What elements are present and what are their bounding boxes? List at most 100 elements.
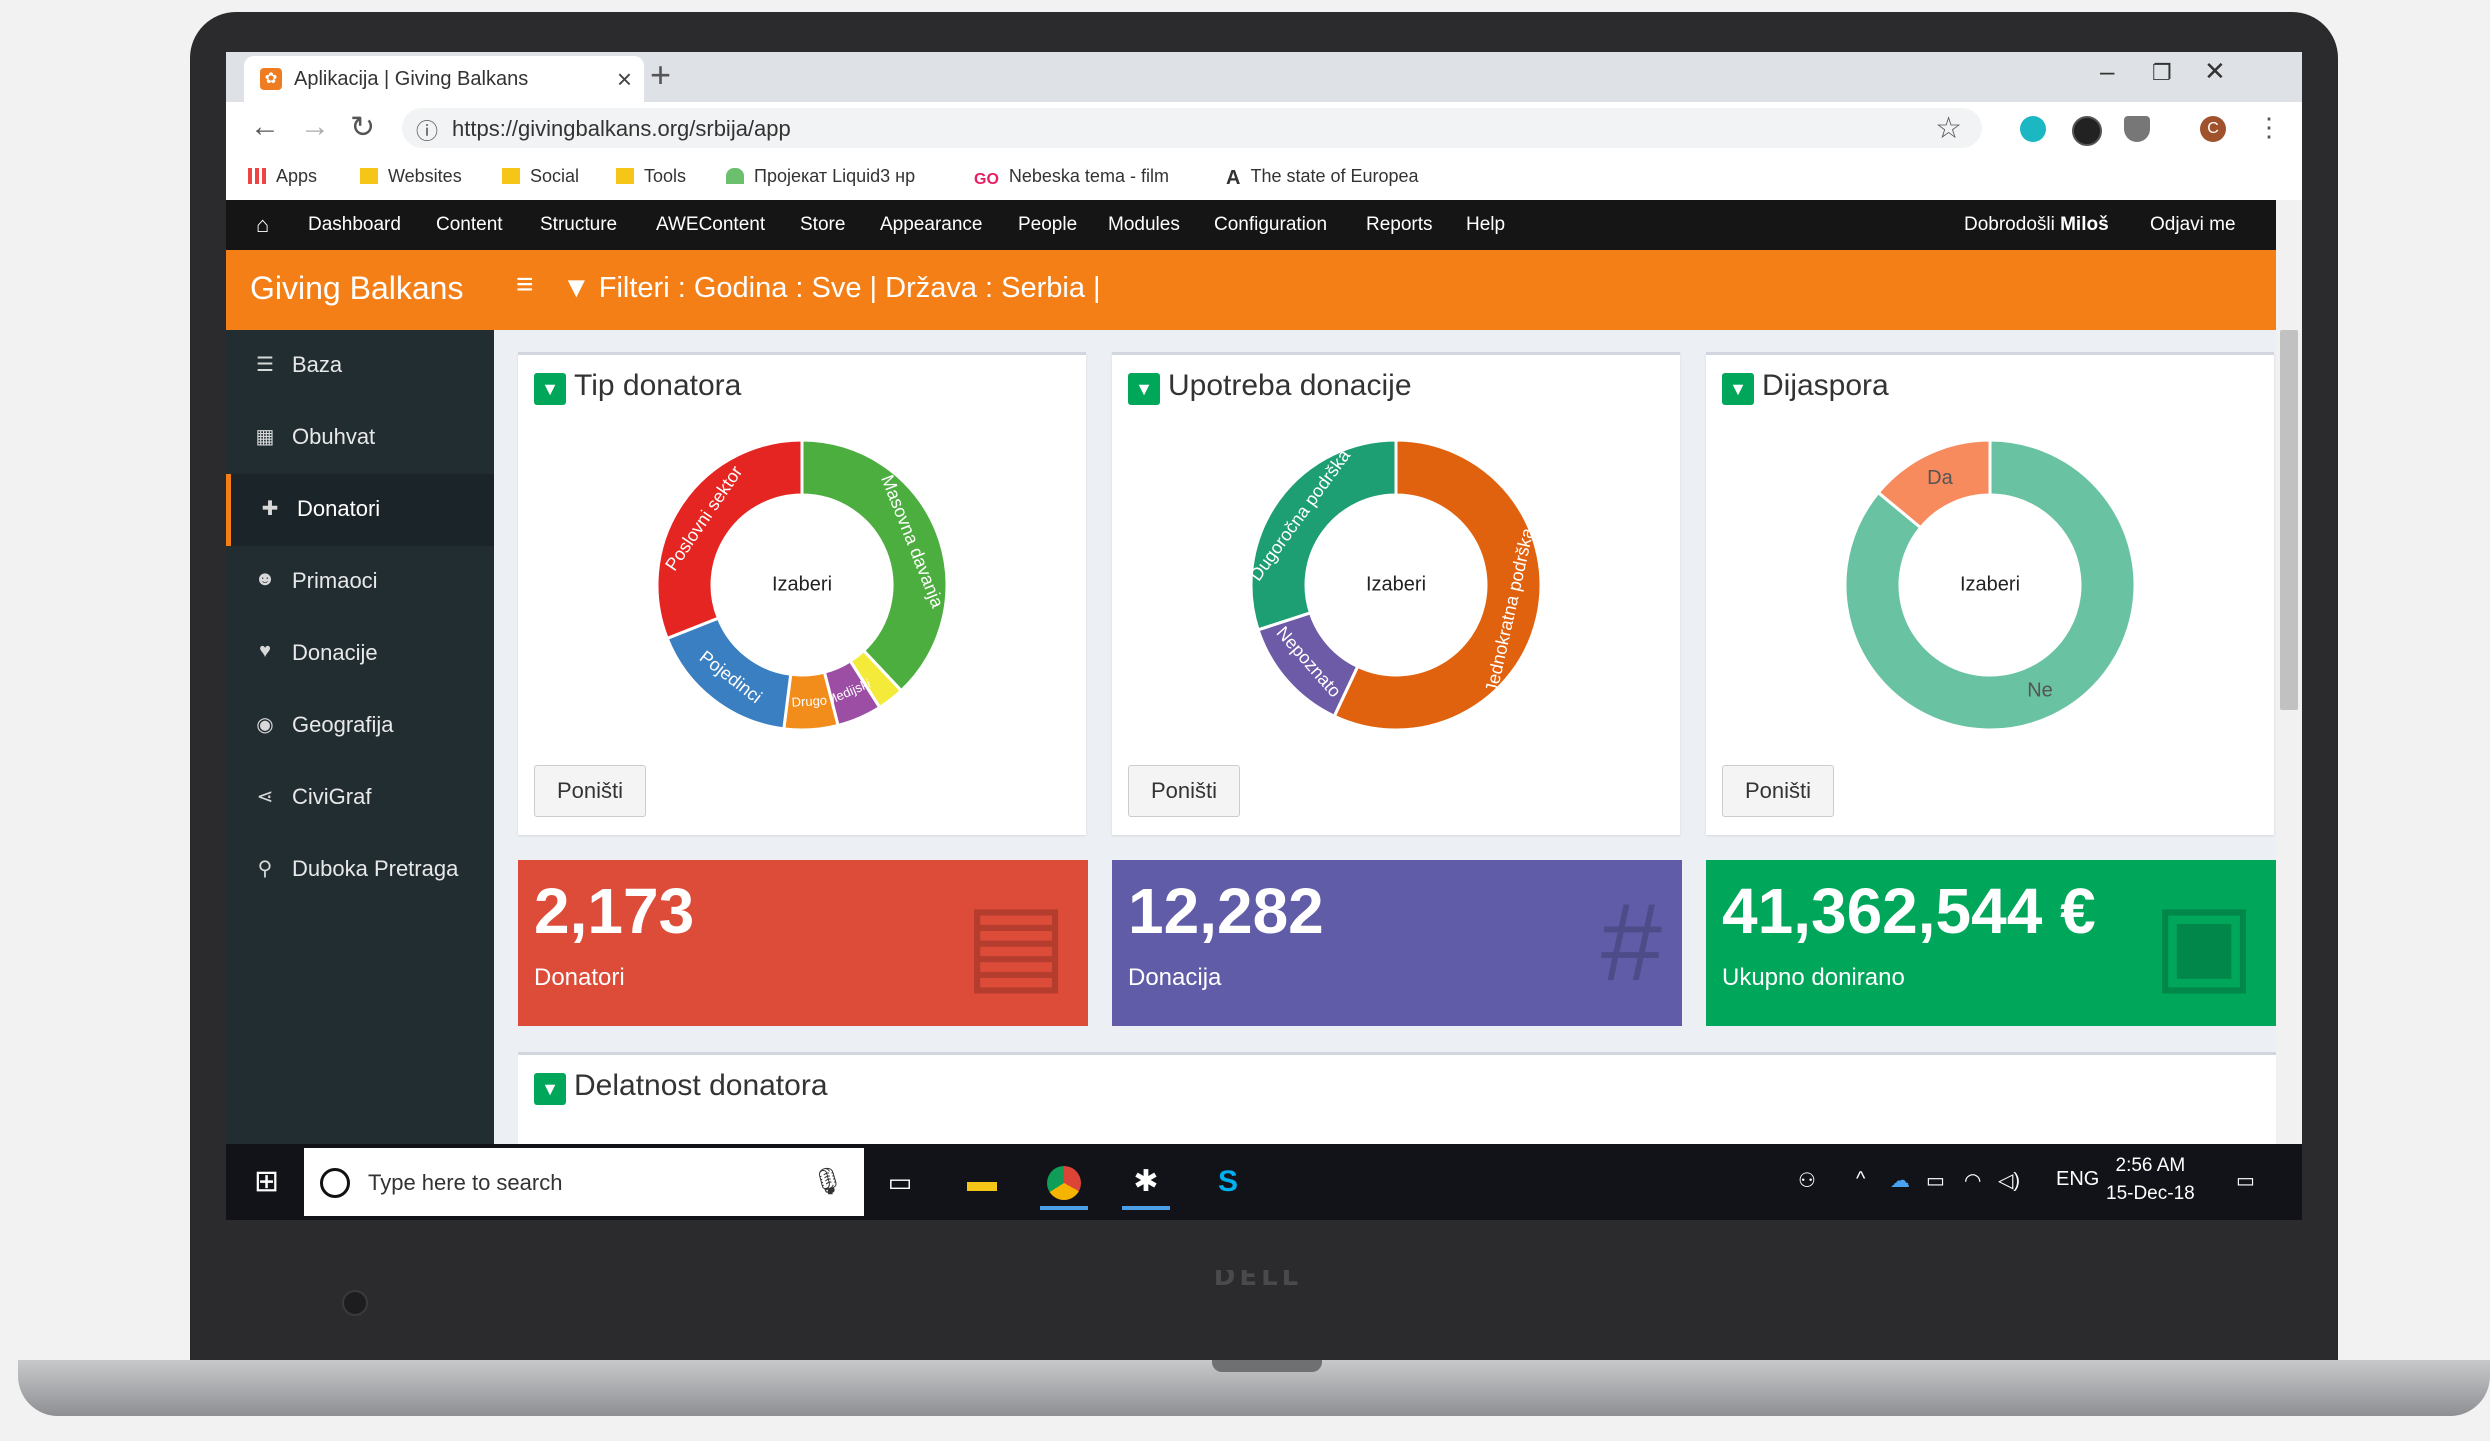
new-tab-button[interactable]: + [650, 54, 671, 96]
filter-funnel-icon: ▼ [562, 272, 599, 304]
battery-icon[interactable]: ▭ [1926, 1168, 1945, 1193]
brand-title[interactable]: Giving Balkans [250, 270, 463, 307]
admin-menu-appearance[interactable]: Appearance [880, 214, 982, 236]
bookmark-nebeska[interactable]: GO Nebeska tema - film [974, 166, 1169, 188]
stat-value: 12,282 [1128, 875, 1324, 947]
filter-icon[interactable]: ▼ [534, 1073, 566, 1105]
panel-dijaspora: ▼ Dijaspora Ne Da Izaberi Poništi [1706, 352, 2274, 835]
panel-title: Tip donatora [574, 369, 742, 402]
admin-menu-people[interactable]: People [1018, 214, 1077, 236]
minimize-icon[interactable]: – [2100, 56, 2114, 87]
mountain-icon [726, 168, 744, 184]
browser-tab[interactable]: ✿ Aplikacija | Giving Balkans × [244, 56, 644, 102]
onedrive-icon[interactable]: ☁ [1890, 1168, 1910, 1193]
hamburger-menu-icon[interactable]: ≡ [516, 268, 534, 302]
close-window-icon[interactable]: ✕ [2204, 56, 2226, 87]
forward-icon[interactable]: → [300, 110, 330, 144]
donut-chart-upotreba-donacije[interactable]: Jednokratna podrškaNepoznatoDugoročna po… [1246, 435, 1546, 735]
admin-menu-reports[interactable]: Reports [1366, 214, 1433, 236]
admin-menu-help[interactable]: Help [1466, 214, 1505, 236]
reset-button[interactable]: Poništi [1722, 765, 1834, 817]
file-explorer-icon[interactable]: ▬ [958, 1158, 1006, 1206]
gift-icon: ✚ [261, 498, 279, 520]
sidebar-item-label: Duboka Pretraga [292, 856, 459, 881]
bookmark-label: Apps [276, 166, 318, 186]
scrollbar-thumb[interactable] [2280, 330, 2298, 710]
sidebar-item-duboka-pretraga[interactable]: ⚲ Duboka Pretraga [226, 834, 494, 906]
volume-icon[interactable]: ◁) [1998, 1168, 2020, 1193]
sidebar-item-donacije[interactable]: ♥ Donacije [226, 618, 494, 690]
bookmark-social[interactable]: Social [502, 166, 579, 187]
filter-icon[interactable]: ▼ [1722, 373, 1754, 405]
chrome-icon[interactable] [1040, 1158, 1088, 1210]
admin-menu-modules[interactable]: Modules [1108, 214, 1180, 236]
reset-button[interactable]: Poništi [534, 765, 646, 817]
donut-center-label[interactable]: Izaberi [1366, 573, 1426, 595]
filter-icon[interactable]: ▼ [534, 373, 566, 405]
bookmark-websites[interactable]: Websites [360, 166, 462, 187]
sidebar-item-label: CiviGraf [292, 784, 372, 809]
sidebar-item-geografija[interactable]: ◉ Geografija [226, 690, 494, 762]
restore-icon[interactable]: ❐ [2152, 60, 2172, 86]
sidebar-item-civigraf[interactable]: ⋖ CiviGraf [226, 762, 494, 834]
reload-icon[interactable]: ↻ [350, 110, 375, 145]
bookmark-star-icon[interactable]: ☆ [1935, 111, 1962, 146]
close-tab-icon[interactable]: × [617, 64, 632, 95]
admin-menu-configuration[interactable]: Configuration [1214, 214, 1327, 236]
people-icon[interactable]: ⚇ [1798, 1168, 1816, 1193]
filter-icon[interactable]: ▼ [1128, 373, 1160, 405]
donut-center-label[interactable]: Izaberi [1960, 573, 2020, 595]
active-filters[interactable]: ▼ Filteri : Godina : Sve | Država : Serb… [562, 272, 1101, 305]
sidebar-item-label: Baza [292, 352, 343, 377]
home-icon[interactable]: ⌂ [256, 212, 269, 238]
back-icon[interactable]: ← [250, 110, 280, 144]
admin-menu-dashboard[interactable]: Dashboard [308, 214, 401, 236]
admin-menu-structure[interactable]: Structure [540, 214, 617, 236]
donut-chart-tip-donatora[interactable]: Masovna davanjaMedijskiDrugoPojedinciPos… [652, 435, 952, 735]
reset-button[interactable]: Poništi [1128, 765, 1240, 817]
go-icon: GO [974, 171, 999, 188]
sidebar-item-primaoci[interactable]: ☻ Primaoci [226, 546, 494, 618]
show-hidden-icons-icon[interactable]: ^ [1856, 1168, 1865, 1191]
action-center-icon[interactable]: ▭ [2236, 1168, 2255, 1193]
panel-tip-donatora: ▼ Tip donatora Masovna davanja Medijski Dr… [518, 352, 1086, 835]
panel-title: Upotreba donacije [1168, 369, 1412, 402]
skype-icon[interactable]: S [1204, 1158, 1252, 1206]
admin-menu-awecontent[interactable]: AWEContent [656, 214, 765, 236]
donut-chart-dijaspora[interactable]: Ne Da Izaberi [1840, 435, 2140, 735]
extension-icon[interactable] [2020, 116, 2046, 142]
sidebar-item-obuhvat[interactable]: ▦ Obuhvat [226, 402, 494, 474]
folder-icon [360, 168, 378, 184]
profile-avatar[interactable]: C [2200, 116, 2226, 142]
laptop-camera [342, 1290, 368, 1316]
sidebar-item-donatori[interactable]: ✚ Donatori [226, 474, 499, 546]
logout-link[interactable]: Odjavi me [2150, 214, 2236, 236]
address-bar[interactable]: ⓘ https://givingbalkans.org/srbija/app ☆ [402, 108, 1982, 148]
bookmark-apps[interactable]: Apps [248, 166, 317, 187]
donut-center-label[interactable]: Izaberi [772, 573, 832, 595]
map-icon: ▦ [255, 426, 275, 448]
bookmark-tools[interactable]: Tools [616, 166, 686, 187]
welcome-message: Dobrodošli Miloš [1964, 214, 2109, 236]
admin-menu-content[interactable]: Content [436, 214, 503, 236]
shield-extension-icon[interactable] [2124, 116, 2150, 142]
taskbar-search-box[interactable]: Type here to search 🎙 [304, 1148, 864, 1216]
bookmark-state-of-europe[interactable]: A The state of Europea [1226, 166, 1419, 189]
language-indicator[interactable]: ENG [2056, 1168, 2099, 1191]
id-card-icon: ▤ [964, 881, 1068, 1004]
taskbar-clock[interactable]: 2:56 AM 15-Dec-18 [2106, 1152, 2195, 1208]
admin-menu-store[interactable]: Store [800, 214, 845, 236]
task-view-icon[interactable]: ▭ [876, 1158, 924, 1206]
sidebar-item-label: Obuhvat [292, 424, 376, 449]
bookmarks-bar: Apps Websites Social Tools Пројекат Liqu… [226, 154, 2302, 201]
wifi-icon[interactable]: ◠ [1964, 1168, 1981, 1193]
windows-start-icon[interactable]: ⊞ [254, 1164, 279, 1199]
slack-icon[interactable]: ✱ [1122, 1158, 1170, 1210]
browser-menu-icon[interactable]: ⋮ [2256, 112, 2282, 143]
stat-label: Donatori [534, 964, 625, 991]
site-info-icon[interactable]: ⓘ [416, 114, 438, 146]
extension-dark-icon[interactable] [2072, 116, 2102, 146]
sidebar-item-baza[interactable]: ☰ Baza [226, 330, 494, 402]
bookmark-liquid3[interactable]: Пројекат Liquid3 нр [726, 166, 915, 187]
microphone-icon[interactable]: 🎙 [811, 1166, 844, 1197]
